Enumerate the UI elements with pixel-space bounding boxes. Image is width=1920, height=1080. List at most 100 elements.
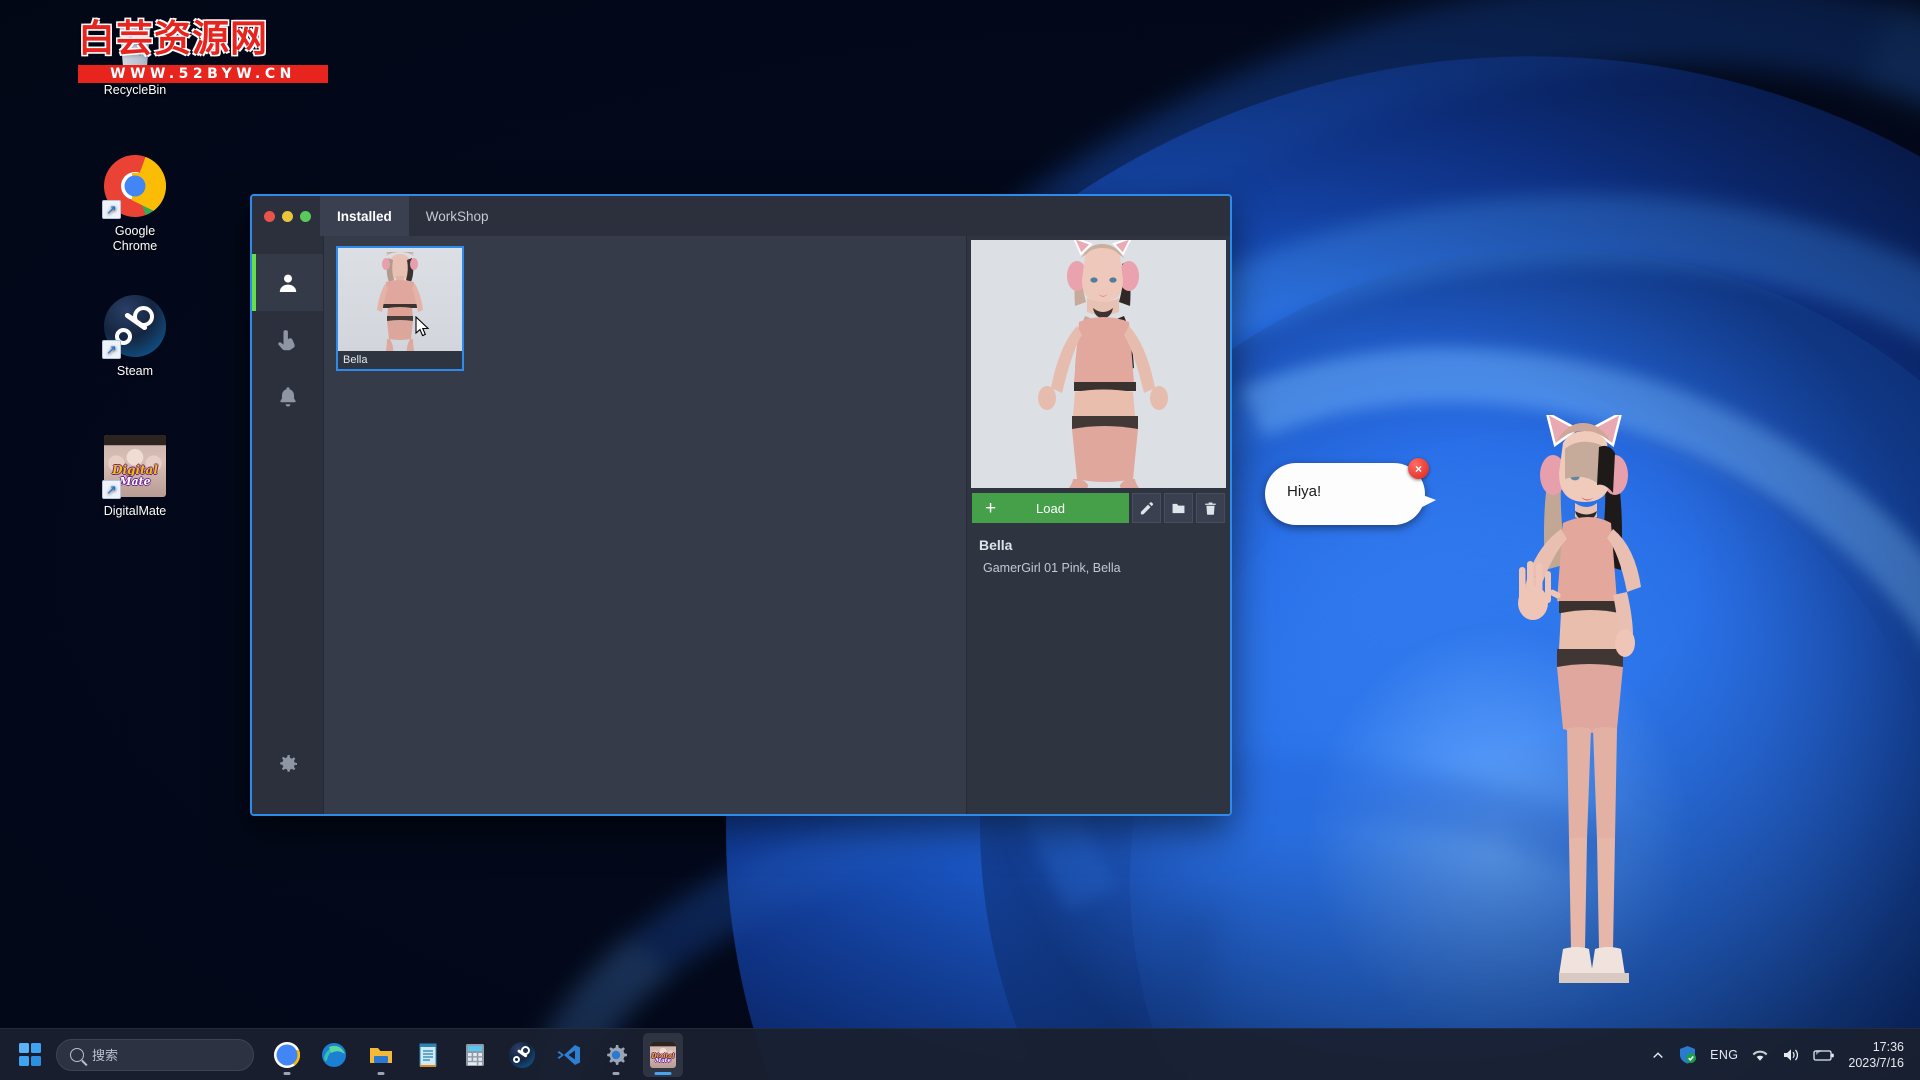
search-icon [70,1047,84,1062]
digitalmate-window: Installed WorkShop Bella + Load Bella Ga… [250,194,1232,816]
pencil-icon [1140,501,1154,514]
speech-bubble-close-button[interactable]: × [1408,458,1429,479]
minimize-button[interactable] [282,210,293,222]
taskbar-app-edge[interactable] [314,1033,354,1077]
window-titlebar: Installed WorkShop [252,196,1230,236]
sidebar-item-settings[interactable] [252,735,323,792]
taskbar-app-digitalmate[interactable]: Digital Mate [643,1032,683,1077]
digitalmate-icon: Digital Mate ↗ [102,435,166,499]
settings-gear-icon [607,1044,627,1065]
edit-button[interactable] [1132,493,1161,523]
desktop-icon-chrome[interactable]: ↗ Google Chrome [75,155,195,254]
running-indicator [612,1071,620,1075]
character-card-thumbnail [338,248,462,351]
search-placeholder: 搜索 [92,1048,119,1063]
taskbar-app-settings[interactable] [596,1033,636,1077]
digitalmate-icon: Digital Mate [650,1041,676,1068]
desktop-icon-label: RecycleBin [103,83,167,97]
desktop-icon-label: Steam [116,364,154,378]
clock[interactable]: 17:36 2023/7/16 [1848,1039,1904,1071]
start-button[interactable] [14,1039,46,1071]
chrome-icon [274,1041,300,1068]
running-indicator [283,1071,291,1075]
desktop-icon-digitalmate[interactable]: Digital Mate ↗ DigitalMate [75,435,195,519]
window-tabs: Installed WorkShop [320,196,506,236]
taskbar-app-chrome[interactable] [267,1033,307,1077]
calculator-icon [466,1043,484,1066]
folder-icon [370,1047,392,1063]
gear-icon [279,754,297,772]
shortcut-arrow-icon: ↗ [102,480,121,499]
windows-start-icon [18,1043,42,1066]
character-grid: Bella [324,236,967,814]
detail-action-row: + Load [967,488,1230,523]
sidebar-item-characters[interactable] [252,254,323,311]
recycle-bin-icon [104,14,166,76]
taskbar-app-list: Digital Mate [267,1032,683,1077]
chevron-up-icon[interactable] [1651,1048,1665,1062]
wifi-icon[interactable] [1751,1047,1769,1063]
desktop-mascot-character[interactable] [1495,410,1685,1045]
speaker-icon[interactable] [1782,1047,1800,1063]
speech-bubble-text: Hiya! [1287,483,1322,500]
sidebar-item-interactions[interactable] [252,311,323,368]
steam-icon: ↗ [102,295,166,359]
tab-installed[interactable]: Installed [320,196,409,236]
chrome-icon: ↗ [102,155,166,219]
system-tray: ENG 17:36 2023/7/16 [1651,1039,1920,1071]
character-card-bella[interactable]: Bella [336,246,464,371]
desktop-icon-recyclebin[interactable]: RecycleBin [75,14,195,98]
desktop-icon-steam[interactable]: ↗ Steam [75,295,195,379]
window-body: Bella + Load Bella GamerGirl 01 Pink, Be… [252,236,1230,814]
clock-time: 17:36 [1872,1039,1904,1054]
search-input[interactable]: 搜索 [56,1038,254,1071]
taskbar-app-steam[interactable] [502,1033,542,1077]
rail-spacer [252,425,323,735]
open-folder-button[interactable] [1164,493,1193,523]
shortcut-arrow-icon: ↗ [102,340,121,359]
notepad-icon [419,1043,437,1067]
load-button-label: Load [1036,500,1065,516]
defender-shield-icon[interactable] [1678,1045,1697,1064]
steam-icon [509,1041,535,1068]
taskbar-app-calculator[interactable] [455,1033,495,1077]
clock-date: 2023/7/16 [1848,1055,1904,1070]
sidebar-item-notifications[interactable] [252,368,323,425]
load-button[interactable]: + Load [972,493,1129,523]
window-controls [252,196,320,236]
folder-icon [1172,503,1185,513]
character-preview-art [971,240,1226,488]
rail-top-spacer [252,236,323,254]
desktop-icon-label-line2: Chrome [112,239,158,253]
tab-workshop[interactable]: WorkShop [409,196,506,236]
running-indicator [377,1071,385,1075]
taskbar-app-file-explorer[interactable] [361,1033,401,1077]
running-indicator [654,1071,672,1075]
detail-title: Bella [979,537,1013,553]
character-preview-image [971,240,1226,488]
trash-icon [1205,502,1216,515]
plus-icon: + [985,497,997,519]
shortcut-arrow-icon: ↗ [102,200,121,219]
desktop-icon-label-line1: Google [114,224,156,238]
language-indicator[interactable]: ENG [1710,1048,1738,1062]
close-button[interactable] [264,210,275,222]
detail-description: GamerGirl 01 Pink, Bella [983,561,1121,575]
character-card-label: Bella [338,351,462,369]
sidebar-rail [252,236,324,814]
mascot-art [1518,410,1641,983]
bell-icon [279,386,296,407]
person-icon [279,274,296,292]
detail-pane: + Load Bella GamerGirl 01 Pink, Bella [967,236,1230,814]
maximize-button[interactable] [300,210,311,222]
vscode-icon [557,1044,580,1065]
delete-button[interactable] [1196,493,1225,523]
battery-icon[interactable] [1813,1048,1835,1062]
desktop-icon-label: DigitalMate [103,504,167,518]
touch-hand-icon [277,329,295,350]
windows-taskbar: 搜索 Digital Mate ENG 17:36 2023/7/16 [0,1028,1920,1080]
mascot-speech-bubble: Hiya! × [1265,458,1436,525]
taskbar-left: 搜索 [0,1038,254,1071]
taskbar-app-notepad[interactable] [408,1033,448,1077]
taskbar-app-vscode[interactable] [549,1033,589,1077]
